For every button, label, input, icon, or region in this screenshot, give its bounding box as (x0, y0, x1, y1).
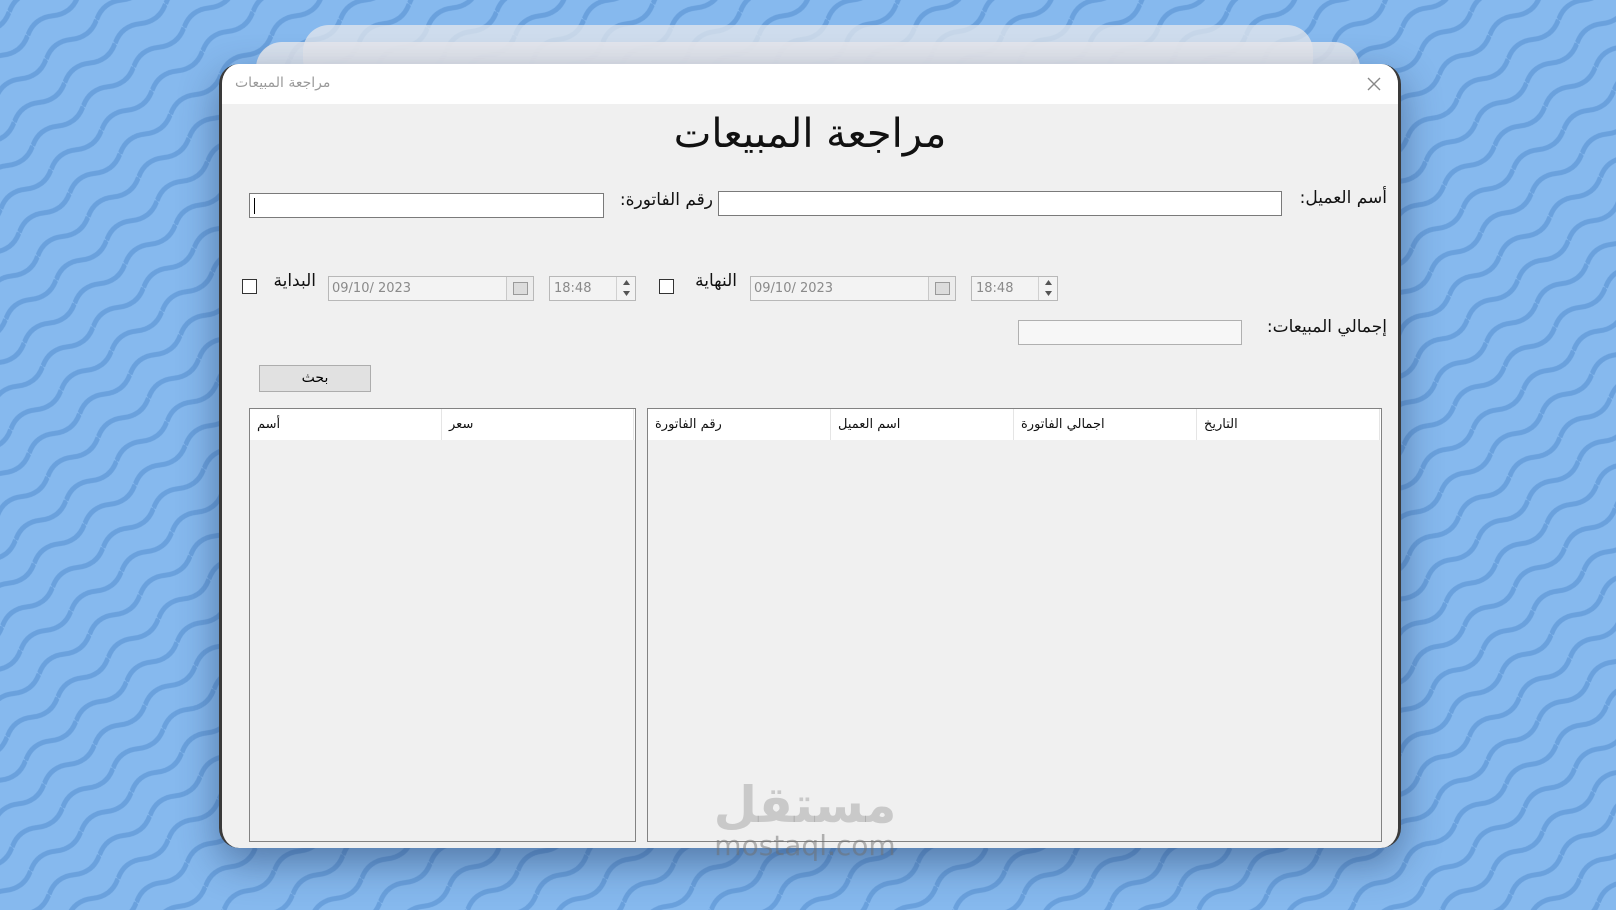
items-list[interactable]: أسم سعر (249, 408, 636, 842)
start-time-up-button[interactable] (617, 277, 635, 288)
calendar-icon (935, 282, 950, 295)
watermark: مستقل mostaql.com (705, 777, 905, 862)
column-header-customer-name[interactable]: اسم العميل (831, 409, 1014, 440)
start-date-picker[interactable]: 09/10/ 2023 (328, 276, 534, 301)
window-title: مراجعة المبيعات (235, 75, 331, 91)
chevron-down-icon (1044, 291, 1052, 296)
end-time-value: 18:48 (976, 281, 1014, 296)
end-time-arrows (1038, 277, 1057, 300)
end-time-up-button[interactable] (1039, 277, 1057, 288)
start-calendar-button[interactable] (506, 277, 533, 300)
start-date-value: 09/10/ 2023 (332, 281, 412, 296)
invoices-list-header: رقم الفاتورة اسم العميل اجمالي الفاتورة … (648, 409, 1381, 440)
end-date-value: 09/10/ 2023 (754, 281, 834, 296)
end-time-spinner[interactable]: 18:48 (971, 276, 1058, 301)
start-time-spinner[interactable]: 18:48 (549, 276, 636, 301)
total-sales-label: إجمالي المبيعات: (1266, 317, 1387, 337)
page-title: مراجعة المبيعات (673, 111, 947, 157)
calendar-icon (513, 282, 528, 295)
end-time-down-button[interactable] (1039, 288, 1057, 299)
column-header-date[interactable]: التاريخ (1197, 409, 1380, 440)
search-button[interactable]: بحث (259, 365, 371, 392)
close-icon (1367, 77, 1381, 91)
end-label: النهاية (695, 271, 737, 291)
sales-review-window: مراجعة المبيعات مراجعة المبيعات أسم العم… (219, 64, 1401, 848)
total-sales-field (1018, 320, 1242, 345)
invoice-number-input[interactable] (249, 193, 604, 218)
close-button[interactable] (1360, 70, 1388, 98)
start-label: البداية (273, 271, 316, 291)
watermark-text: mostaql.com (714, 829, 896, 862)
column-header-invoice-total[interactable]: اجمالي الفاتورة (1014, 409, 1197, 440)
customer-name-input[interactable] (718, 191, 1282, 216)
chevron-down-icon (622, 291, 630, 296)
start-time-value: 18:48 (554, 281, 592, 296)
watermark-logo: مستقل (713, 776, 897, 834)
chevron-up-icon (1044, 280, 1052, 285)
end-checkbox[interactable] (659, 279, 674, 294)
column-header-name[interactable]: أسم (250, 409, 442, 440)
end-date-picker[interactable]: 09/10/ 2023 (750, 276, 956, 301)
start-time-down-button[interactable] (617, 288, 635, 299)
end-calendar-button[interactable] (928, 277, 955, 300)
start-checkbox[interactable] (242, 279, 257, 294)
invoice-number-label: رقم الفاتورة: (619, 190, 713, 210)
title-bar: مراجعة المبيعات (222, 64, 1398, 104)
customer-name-label: أسم العميل: (1299, 188, 1387, 208)
text-caret (254, 198, 255, 214)
column-header-price[interactable]: سعر (442, 409, 634, 440)
items-list-header: أسم سعر (250, 409, 635, 440)
start-time-arrows (616, 277, 635, 300)
column-header-invoice-number[interactable]: رقم الفاتورة (648, 409, 831, 440)
chevron-up-icon (622, 280, 630, 285)
